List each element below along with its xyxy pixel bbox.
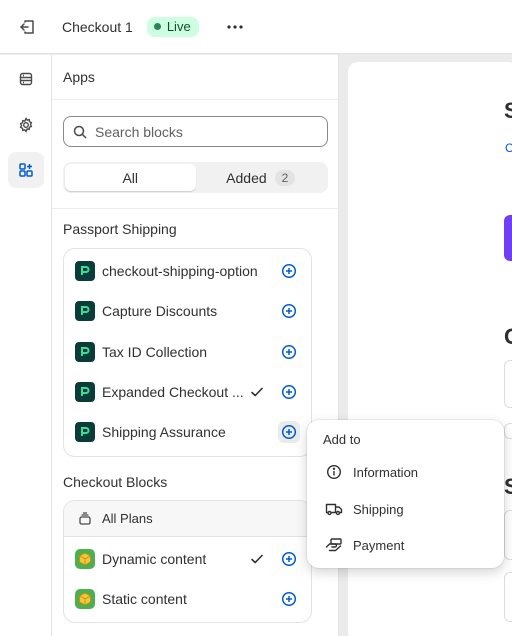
add-to-popover: Add to Information Shipping Payment: [307, 420, 504, 568]
plus-circle-icon: [281, 551, 297, 567]
checkmark-icon: [251, 387, 263, 397]
more-actions-button[interactable]: [225, 17, 245, 37]
plans-label: All Plans: [102, 511, 153, 526]
plan-box-icon: [79, 511, 91, 525]
added-count-badge: 2: [274, 169, 296, 186]
search-icon: [73, 125, 87, 139]
item-label: checkout-shipping-option: [102, 263, 258, 279]
list-item: Expanded Checkout ...: [64, 372, 311, 412]
info-icon: [326, 464, 342, 480]
item-label: Capture Discounts: [102, 303, 218, 319]
apps-icon: [19, 163, 33, 177]
payment-icon: [325, 538, 342, 552]
truck-icon: [325, 503, 343, 516]
status-badge-label: Live: [166, 19, 191, 34]
preview-heading: S: [504, 474, 512, 499]
checkout-blocks-card: All Plans Dynamic content Static content: [63, 500, 312, 623]
add-block-button[interactable]: [278, 341, 300, 363]
rail-apps-button[interactable]: [8, 152, 44, 188]
add-block-button[interactable]: [278, 548, 300, 570]
preview-input-field[interactable]: [504, 360, 512, 408]
tab-added-label: Added: [226, 169, 267, 186]
list-item: Capture Discounts: [64, 291, 311, 331]
popover-item-label: Information: [353, 464, 419, 480]
plus-circle-icon: [281, 344, 297, 360]
item-label: Tax ID Collection: [102, 344, 208, 360]
preview-primary-button[interactable]: [504, 215, 512, 261]
passport-card: checkout-shipping-option Capture Discoun…: [63, 248, 312, 457]
cube-icon: [75, 549, 95, 569]
exit-button[interactable]: [0, 0, 54, 54]
plus-circle-icon: [281, 591, 297, 607]
add-to-shipping-item[interactable]: Shipping: [315, 493, 496, 525]
rail-settings-button[interactable]: [8, 107, 44, 143]
gear-icon: [19, 117, 33, 133]
item-label: Dynamic content: [102, 551, 207, 567]
popover-item-label: Shipping: [353, 501, 404, 517]
add-block-button[interactable]: [278, 421, 300, 443]
add-block-button[interactable]: [278, 260, 300, 282]
preview-input-field[interactable]: [504, 510, 512, 560]
rail-sections-button[interactable]: [8, 61, 44, 97]
preview-heading: S: [504, 98, 512, 123]
status-dot-icon: [153, 23, 161, 30]
cube-icon: [75, 589, 95, 609]
plus-circle-icon: [281, 384, 297, 400]
checkout-title: Checkout 1: [62, 18, 133, 35]
tab-added[interactable]: Added 2: [196, 164, 327, 191]
preview-heading: C: [504, 324, 512, 349]
list-item: Static content: [64, 579, 311, 619]
section-title-checkout-blocks: Checkout Blocks: [63, 474, 168, 490]
list-item: checkout-shipping-option: [64, 251, 311, 291]
top-bar: Checkout 1 Live: [0, 0, 512, 54]
plus-circle-icon: [281, 263, 297, 279]
passport-app-icon: [75, 422, 95, 442]
plus-circle-icon: [281, 424, 297, 440]
plans-header: All Plans: [64, 501, 311, 537]
item-label: Shipping Assurance: [102, 424, 226, 440]
popover-title: Add to: [323, 432, 361, 447]
add-block-button[interactable]: [278, 588, 300, 610]
passport-app-icon: [75, 342, 95, 362]
list-item: Dynamic content: [64, 539, 311, 579]
item-label: Static content: [102, 591, 187, 607]
add-block-button[interactable]: [278, 300, 300, 322]
passport-app-icon: [75, 301, 95, 321]
filter-tabs: All Added 2: [63, 162, 328, 193]
section-title-passport: Passport Shipping: [63, 221, 177, 237]
apps-panel: Apps All Added 2 Passport Shipping check…: [52, 55, 339, 636]
popover-item-label: Payment: [353, 537, 405, 553]
list-item: Shipping Assurance: [64, 412, 311, 452]
checkmark-icon: [251, 554, 263, 564]
panel-title: Apps: [52, 55, 338, 100]
passport-app-icon: [75, 261, 95, 281]
add-to-payment-item[interactable]: Payment: [315, 529, 496, 561]
search-input[interactable]: [95, 123, 295, 140]
tab-all[interactable]: All: [65, 164, 196, 191]
divider: [52, 208, 338, 209]
add-block-button[interactable]: [278, 381, 300, 403]
more-horizontal-icon: [227, 24, 243, 29]
preview-link[interactable]: C: [505, 141, 512, 155]
plus-circle-icon: [281, 303, 297, 319]
tab-all-label: All: [122, 169, 139, 186]
add-to-information-item[interactable]: Information: [315, 456, 496, 488]
passport-app-icon: [75, 382, 95, 402]
exit-icon: [20, 19, 34, 34]
preview-input-field[interactable]: [504, 423, 512, 439]
list-item: Tax ID Collection: [64, 332, 311, 372]
status-badge: Live: [146, 16, 199, 37]
item-label: Expanded Checkout ...: [102, 384, 244, 400]
left-rail: [0, 55, 52, 636]
preview-input-field[interactable]: [504, 572, 512, 622]
search-box[interactable]: [63, 116, 328, 147]
sections-icon: [19, 72, 33, 86]
